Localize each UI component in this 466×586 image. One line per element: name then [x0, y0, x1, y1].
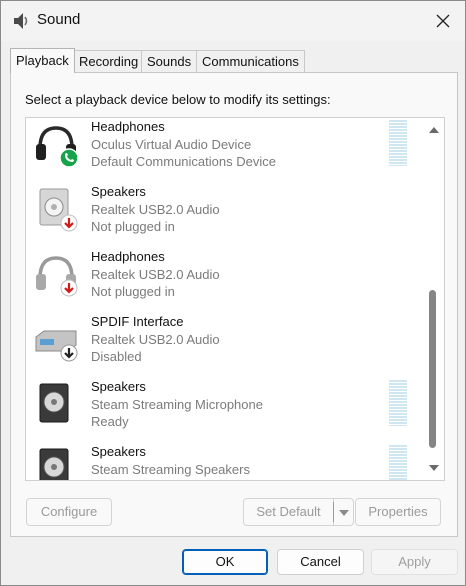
- speaker-box-icon: [32, 445, 80, 480]
- speaker-box-icon: [32, 380, 80, 428]
- device-status: Default Communications Device: [91, 154, 276, 169]
- tab-recording[interactable]: Recording: [73, 50, 145, 72]
- properties-button[interactable]: Properties: [355, 498, 441, 526]
- device-item[interactable]: Speakers Steam Streaming Microphone Read…: [26, 378, 421, 443]
- device-name: Headphones: [91, 249, 165, 264]
- level-meter: [389, 120, 407, 166]
- headphones-icon: [32, 120, 80, 168]
- close-button[interactable]: [423, 7, 463, 37]
- chevron-down-icon: [338, 505, 349, 519]
- device-status: Disabled: [91, 349, 142, 364]
- cancel-button[interactable]: Cancel: [277, 549, 364, 575]
- spdif-icon: [32, 315, 80, 363]
- device-item[interactable]: Speakers Realtek USB2.0 Audio Not plugge…: [26, 183, 421, 248]
- device-item[interactable]: Speakers Steam Streaming Speakers: [26, 443, 421, 480]
- device-item[interactable]: SPDIF Interface Realtek USB2.0 Audio Dis…: [26, 313, 421, 378]
- scrollbar-thumb[interactable]: [429, 290, 436, 448]
- apply-button[interactable]: Apply: [371, 549, 458, 575]
- device-driver: Realtek USB2.0 Audio: [91, 332, 220, 347]
- device-name: Speakers: [91, 379, 146, 394]
- device-item[interactable]: Headphones Realtek USB2.0 Audio Not plug…: [26, 248, 421, 313]
- playback-panel: Select a playback device below to modify…: [10, 72, 458, 537]
- phone-badge-icon: [59, 148, 79, 168]
- device-status: Ready: [91, 414, 129, 429]
- tab-sounds[interactable]: Sounds: [141, 50, 198, 72]
- device-name: Speakers: [91, 444, 146, 459]
- list-scrollbar[interactable]: [424, 118, 444, 480]
- speaker-box-icon: [32, 185, 80, 233]
- tab-communications[interactable]: Communications: [196, 50, 305, 72]
- close-icon: [436, 14, 450, 31]
- ok-button[interactable]: OK: [182, 549, 268, 575]
- device-name: SPDIF Interface: [91, 314, 184, 329]
- level-meter: [389, 380, 407, 426]
- device-driver: Steam Streaming Speakers: [91, 462, 250, 477]
- device-name: Headphones: [91, 119, 165, 134]
- device-status: Not plugged in: [91, 284, 175, 299]
- headphones-icon: [32, 250, 80, 298]
- device-name: Speakers: [91, 184, 146, 199]
- device-driver: Steam Streaming Microphone: [91, 397, 263, 412]
- device-driver: Realtek USB2.0 Audio: [91, 267, 220, 282]
- set-default-button[interactable]: Set Default: [243, 498, 334, 526]
- device-item[interactable]: Headphones Oculus Virtual Audio Device D…: [26, 118, 421, 183]
- tab-playback[interactable]: Playback: [10, 48, 75, 73]
- window-title: Sound: [37, 11, 81, 28]
- instruction-text: Select a playback device below to modify…: [25, 92, 331, 107]
- device-driver: Oculus Virtual Audio Device: [91, 137, 252, 152]
- device-status: Not plugged in: [91, 219, 175, 234]
- device-driver: Realtek USB2.0 Audio: [91, 202, 220, 217]
- configure-button[interactable]: Configure: [26, 498, 112, 526]
- device-list[interactable]: Headphones Oculus Virtual Audio Device D…: [25, 117, 445, 481]
- speaker-icon: [12, 11, 30, 31]
- sound-dialog: Sound Playback Recording Sounds Communic…: [0, 0, 466, 586]
- title-bar[interactable]: Sound: [1, 1, 465, 41]
- level-meter: [389, 445, 407, 480]
- scroll-up-icon[interactable]: [428, 124, 440, 136]
- set-default-dropdown[interactable]: [334, 498, 354, 526]
- scroll-down-icon[interactable]: [428, 462, 440, 474]
